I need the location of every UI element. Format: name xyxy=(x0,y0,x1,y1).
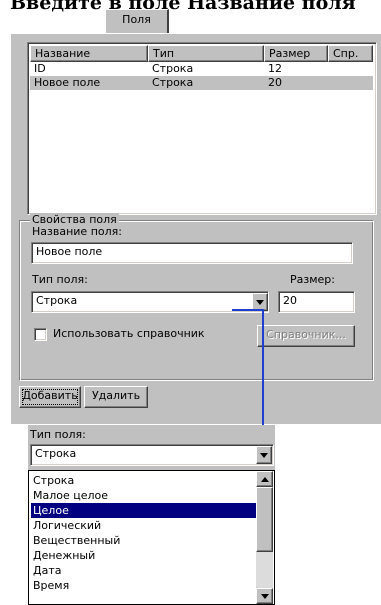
table-row-selected[interactable]: Новое поле Строка 20 xyxy=(30,76,373,90)
list-item[interactable]: Дата xyxy=(31,563,256,578)
cell-type: Строка xyxy=(152,62,194,75)
cell-ref xyxy=(328,62,373,76)
field-size-label: Размер: xyxy=(290,273,335,286)
cell-size: 12 xyxy=(268,62,282,75)
column-header-type[interactable]: Тип xyxy=(148,45,264,62)
delete-button[interactable]: Удалить xyxy=(84,386,148,408)
column-header-size[interactable]: Размер xyxy=(264,45,328,62)
use-reference-checkbox[interactable] xyxy=(34,328,47,341)
field-type-label: Тип поля: xyxy=(32,273,88,286)
chevron-down-icon xyxy=(260,453,268,458)
cell-name: Новое поле xyxy=(34,76,101,89)
column-header-ref[interactable]: Спр. xyxy=(328,45,373,62)
fields-list[interactable]: Название Тип Размер Спр. ID Строка 12 Но… xyxy=(27,42,377,215)
cell-type: Строка xyxy=(152,76,194,89)
type-options-list[interactable]: Строка Малое целое Целое Логический Веще… xyxy=(28,470,275,605)
reference-button[interactable]: Справочник... xyxy=(257,325,355,347)
type-dropdown-popup: Тип поля: Строка Строка Малое целое Цело… xyxy=(28,425,275,605)
column-header-name[interactable]: Название xyxy=(30,45,148,62)
field-name-label: Название поля: xyxy=(32,225,122,238)
connector-line-vertical xyxy=(262,309,264,439)
popup-dropdown-button[interactable] xyxy=(256,446,272,464)
table-row[interactable]: ID Строка 12 xyxy=(30,62,373,76)
connector-line-horizontal xyxy=(232,309,264,311)
cell-name: ID xyxy=(34,62,46,75)
list-item-selected[interactable]: Целое xyxy=(31,503,256,518)
list-item[interactable]: Вещественный xyxy=(31,533,256,548)
chevron-down-icon xyxy=(261,594,269,599)
add-button[interactable]: Добавить xyxy=(19,386,81,408)
list-item[interactable]: Строка xyxy=(31,473,256,488)
list-header: Название Тип Размер Спр. xyxy=(30,45,373,62)
field-name-input[interactable]: Новое поле xyxy=(31,242,353,264)
popup-type-label: Тип поля: xyxy=(30,428,86,441)
page-heading: Введите в поле Название поля xyxy=(10,0,356,14)
scroll-down-button[interactable] xyxy=(256,588,273,604)
chevron-up-icon xyxy=(261,477,269,482)
list-item[interactable]: Логический xyxy=(31,518,256,533)
cell-size: 20 xyxy=(268,76,282,89)
field-properties-group: Свойства поля Название поля: Новое поле … xyxy=(19,213,374,381)
scroll-thumb[interactable] xyxy=(256,487,273,552)
scroll-up-button[interactable] xyxy=(256,471,273,487)
field-size-input[interactable]: 20 xyxy=(278,291,355,313)
chevron-down-icon xyxy=(256,300,264,305)
fields-panel: Название Тип Размер Спр. ID Строка 12 Но… xyxy=(10,33,381,424)
use-reference-label[interactable]: Использовать справочник xyxy=(53,327,205,340)
list-item[interactable]: Малое целое xyxy=(31,488,256,503)
options-scrollbar[interactable] xyxy=(256,471,273,604)
list-item[interactable]: Денежный xyxy=(31,548,256,563)
popup-type-select[interactable]: Строка xyxy=(30,444,274,466)
cell-ref xyxy=(328,76,373,90)
tab-fields[interactable]: Поля xyxy=(105,9,169,33)
list-item[interactable]: Время xyxy=(31,578,256,593)
